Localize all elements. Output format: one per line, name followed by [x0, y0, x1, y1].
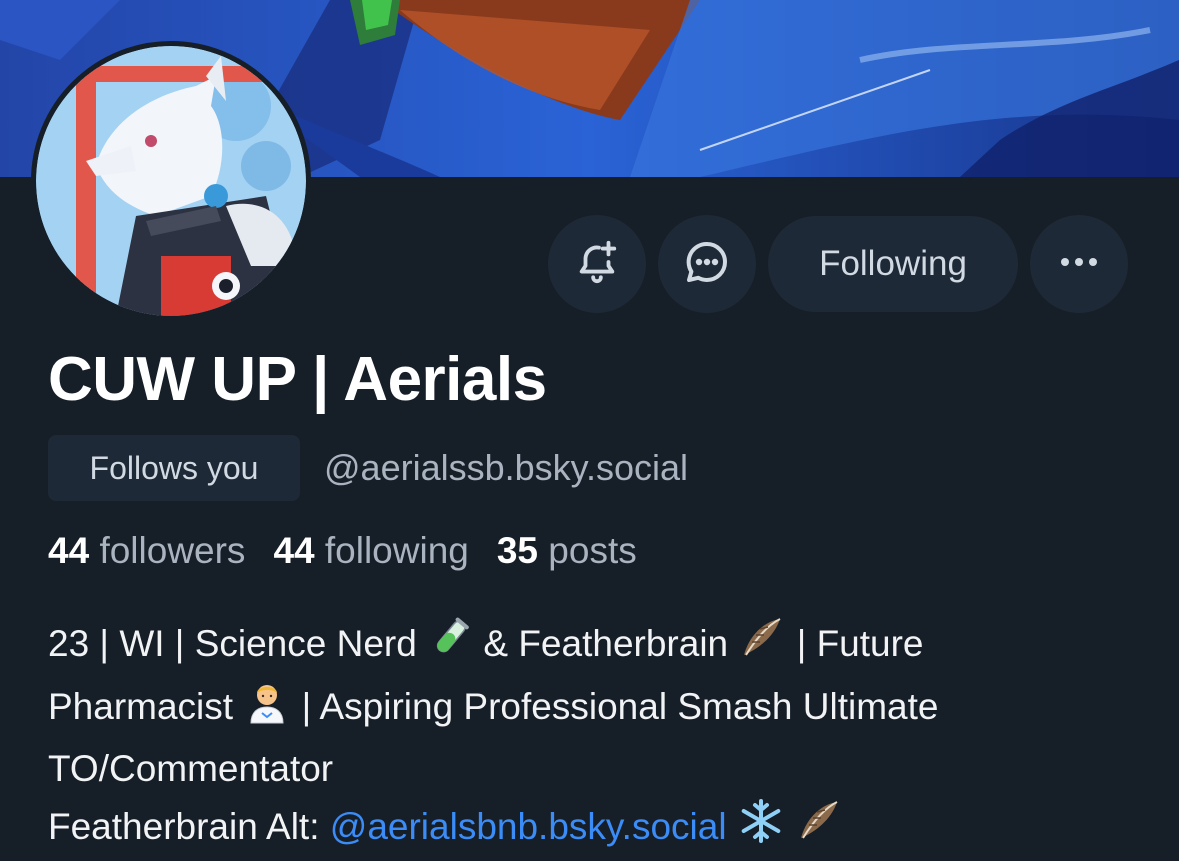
bio-line: 23 | WI | Science Nerd & Featherbrain | … — [48, 615, 1158, 677]
ellipsis-icon — [1057, 255, 1101, 273]
subscribe-button[interactable] — [548, 215, 646, 313]
bio-text: | Aspiring Professional Smash Ultimate — [301, 685, 939, 727]
avatar[interactable] — [31, 41, 311, 321]
bio-text: & Featherbrain — [483, 622, 729, 664]
more-options-button[interactable] — [1030, 215, 1128, 313]
followers-label: followers — [99, 530, 246, 571]
follows-you-label: Follows you — [89, 449, 259, 486]
bio-line: Pharmacist | Aspiring Professional Smash… — [48, 677, 1158, 741]
mention-link[interactable]: @aerialsbnb.bsky.social — [330, 806, 727, 847]
profile-stats: 44 followers 44 following 35 posts — [48, 530, 637, 572]
health-worker-emoji — [243, 677, 291, 741]
snowflake-emoji — [737, 797, 785, 861]
chat-bubble-icon — [683, 238, 731, 291]
profile-actions: Following — [548, 215, 1128, 313]
following-label: following — [324, 530, 469, 571]
test-tube-emoji — [427, 615, 473, 677]
bio-line: Featherbrain Alt: @aerialsbnb.bsky.socia… — [48, 797, 1158, 861]
following-count: 44 — [273, 530, 315, 571]
profile-handle: @aerialssb.bsky.social — [324, 447, 689, 488]
feather-emoji — [795, 798, 843, 860]
following-stat[interactable]: 44 following — [273, 530, 468, 572]
posts-count: 35 — [496, 530, 539, 571]
followers-stat[interactable]: 44 followers — [48, 530, 245, 572]
bio-text: Featherbrain Alt: — [48, 805, 320, 847]
display-name: CUW UP | Aerials — [48, 345, 547, 414]
following-button-label: Following — [819, 244, 967, 283]
follows-you-badge: Follows you — [48, 435, 300, 501]
message-button[interactable] — [658, 215, 756, 313]
bio-text: Pharmacist — [48, 685, 234, 727]
posts-label: posts — [548, 530, 637, 571]
bio-line: TO/Commentator — [48, 748, 334, 789]
following-button[interactable]: Following — [768, 216, 1018, 312]
bio-text: 23 | WI | Science Nerd — [48, 622, 417, 664]
posts-stat: 35 posts — [497, 530, 637, 572]
feather-emoji — [738, 615, 786, 677]
bell-plus-icon — [574, 239, 620, 290]
followers-count: 44 — [48, 530, 90, 571]
bio-text: | Future — [796, 622, 924, 664]
profile-bio: 23 | WI | Science Nerd & Featherbrain | … — [48, 615, 1158, 861]
